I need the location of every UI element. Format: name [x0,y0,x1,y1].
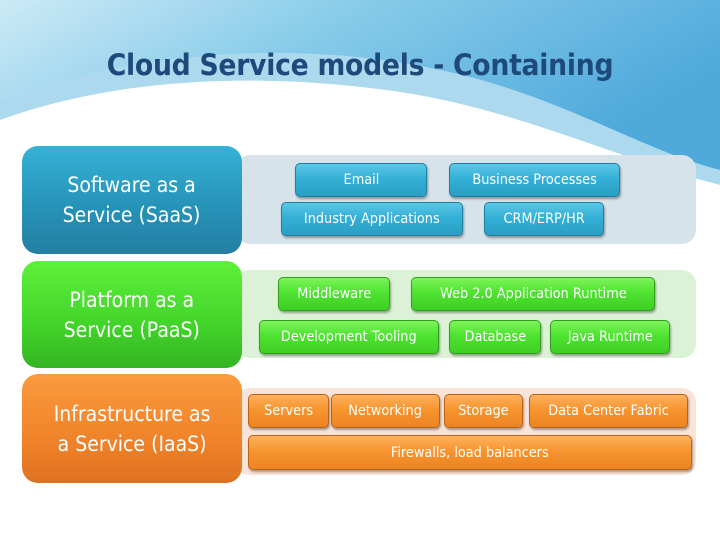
saas-business-processes: Business Processes [449,163,620,197]
iaas-label-line1: Infrastructure as [53,401,211,426]
saas-crm-erp-hr: CRM/ERP/HR [484,202,604,236]
paas-java-runtime: Java Runtime [550,320,670,354]
paas-label-line1: Platform as a [69,287,195,312]
slide-title: Cloud Service models - Containing [106,48,614,82]
paas-label-line2: Service (PaaS) [63,317,201,342]
iaas-data-center-fabric: Data Center Fabric [529,394,688,428]
iaas-category-box: Infrastructure as a Service (IaaS) [22,374,242,483]
saas-industry-applications: Industry Applications [281,202,463,236]
iaas-label-line2: a Service (IaaS) [57,431,207,456]
saas-label-line2: Service (SaaS) [63,203,201,227]
paas-web20-runtime: Web 2.0 Application Runtime [411,277,655,311]
iaas-servers: Servers [248,394,329,428]
paas-database: Database [449,320,541,354]
iaas-networking: Networking [331,394,440,428]
paas-middleware: Middleware [278,277,390,311]
paas-development-tooling: Development Tooling [259,320,439,354]
saas-category-box: Software as a Service (SaaS) [22,146,242,254]
iaas-firewalls-load-balancers: Firewalls, load balancers [248,435,692,470]
paas-category-box: Platform as a Service (PaaS) [22,261,242,368]
saas-label-line1: Software as a [67,173,197,197]
iaas-storage: Storage [444,394,523,428]
saas-email: Email [295,163,427,197]
